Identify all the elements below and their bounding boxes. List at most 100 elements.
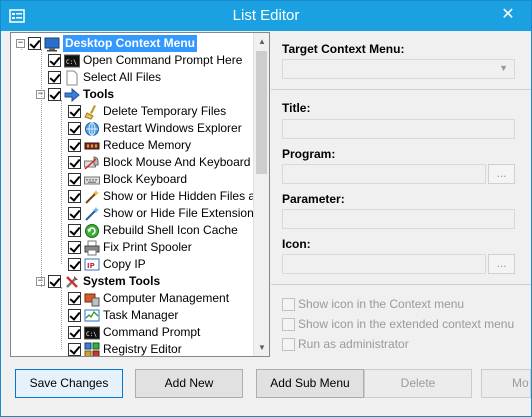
icon-input[interactable]	[282, 254, 486, 274]
tree-item-checkbox[interactable]	[28, 37, 41, 50]
browse-program-button[interactable]: ...	[488, 164, 515, 184]
tree-item-checkbox[interactable]	[68, 224, 81, 237]
cmd-icon: C:\	[84, 326, 100, 339]
tree-item[interactable]: Rebuild Shell Icon Cache	[68, 222, 238, 239]
tree-item-checkbox[interactable]	[68, 173, 81, 186]
tree-item[interactable]: Restart Windows Explorer	[68, 120, 242, 137]
tree-item-checkbox[interactable]	[68, 207, 81, 220]
tree-item-checkbox[interactable]	[68, 139, 81, 152]
tree-item-checkbox[interactable]	[68, 105, 81, 118]
svg-text:C:\: C:\	[66, 59, 77, 66]
tree-item[interactable]: C:\ Open Command Prompt Here	[48, 52, 242, 69]
tree-item-checkbox[interactable]	[68, 343, 81, 356]
tree-item-label: Open Command Prompt Here	[83, 53, 243, 67]
tree-item[interactable]: Show or Hide File Extensions	[68, 205, 255, 222]
checkbox-box[interactable]	[282, 297, 295, 311]
registry-icon	[84, 342, 100, 356]
tree-item-checkbox[interactable]	[68, 122, 81, 135]
tree-item-label: Show or Hide Hidden Files and	[103, 189, 255, 203]
tree-item[interactable]: Fix Print Spooler	[68, 239, 192, 256]
globe-icon	[85, 121, 99, 136]
checkbox-box[interactable]	[282, 337, 295, 351]
tree-item[interactable]: Reduce Memory	[68, 137, 191, 154]
cmd-icon: C:\	[64, 54, 80, 67]
add-new-button[interactable]: Add New	[135, 369, 243, 398]
tree-item[interactable]: Show or Hide Hidden Files and	[68, 188, 255, 205]
more-button[interactable]: Mo	[481, 369, 531, 398]
title-input[interactable]	[282, 119, 515, 139]
option-label: Run as administrator	[298, 337, 409, 351]
tree-item-checkbox[interactable]	[68, 190, 81, 203]
tree-item-label: Command Prompt	[103, 325, 201, 339]
divider	[271, 284, 531, 285]
run-as-admin-checkbox[interactable]: Run as administrator	[282, 337, 409, 351]
parameter-input[interactable]	[282, 209, 515, 229]
browse-icon-button[interactable]: ...	[488, 254, 515, 274]
tree-item-checkbox[interactable]	[48, 71, 61, 84]
tree-item-checkbox[interactable]	[48, 275, 61, 288]
tree-connector-line	[21, 49, 22, 50]
tree-item-label: Tools	[83, 87, 115, 101]
scroll-down-icon[interactable]: ▼	[254, 339, 269, 356]
tree-item-checkbox[interactable]	[68, 241, 81, 254]
tree-item[interactable]: Select All Files	[48, 69, 161, 86]
tree-item[interactable]: Task Manager	[68, 307, 178, 324]
wand-icon	[85, 189, 99, 204]
delete-button[interactable]: Delete	[364, 369, 472, 398]
tree-item-label: Computer Management	[103, 291, 230, 305]
tree-item[interactable]: Registry Editor	[68, 341, 182, 356]
tree-item-label: Copy IP	[103, 257, 146, 271]
tree-item[interactable]: Block Mouse And Keyboard	[68, 154, 250, 171]
tree-item-checkbox[interactable]	[68, 258, 81, 271]
close-button[interactable]: ✕	[485, 1, 531, 31]
tree-vertical-scrollbar[interactable]: ▲ ▼	[253, 33, 269, 356]
tree-item-label: Delete Temporary Files	[103, 104, 227, 118]
tree-item[interactable]: IP Copy IP	[68, 256, 146, 273]
checkbox-box[interactable]	[282, 317, 295, 331]
tree-item-label: Restart Windows Explorer	[103, 121, 242, 135]
tree-item-checkbox[interactable]	[68, 309, 81, 322]
show-icon-extended-checkbox[interactable]: Show icon in the extended context menu	[282, 317, 514, 331]
tree-item[interactable]: Block Keyboard	[68, 171, 187, 188]
memory-icon	[84, 142, 100, 149]
scrollbar-thumb[interactable]	[256, 51, 267, 174]
option-label: Show icon in the extended context menu	[298, 317, 515, 331]
show-icon-context-checkbox[interactable]: Show icon in the Context menu	[282, 297, 464, 311]
target-menu-select[interactable]: ▼	[282, 59, 515, 79]
tree-item-checkbox[interactable]	[68, 292, 81, 305]
option-label: Show icon in the Context menu	[298, 297, 465, 311]
add-sub-menu-button[interactable]: Add Sub Menu	[256, 369, 364, 398]
tree-item-label: Fix Print Spooler	[103, 240, 192, 254]
tree-item-label: System Tools	[83, 274, 161, 288]
program-input[interactable]	[282, 164, 486, 184]
tree-item-label: Show or Hide File Extensions	[103, 206, 255, 220]
tree-item[interactable]: − System Tools	[36, 273, 160, 290]
tree-item-checkbox[interactable]	[68, 156, 81, 169]
tree-item[interactable]: − Tools	[36, 86, 114, 103]
tree-item-label: Block Mouse And Keyboard	[103, 155, 251, 169]
wand-blue-icon	[85, 206, 99, 221]
tree-item-checkbox[interactable]	[68, 326, 81, 339]
tree-item-checkbox[interactable]	[48, 88, 61, 101]
tree-item[interactable]: C:\ Command Prompt	[68, 324, 200, 341]
tree-item[interactable]: Computer Management	[68, 290, 229, 307]
tools-icon	[66, 275, 78, 288]
tree-item[interactable]: Delete Temporary Files	[68, 103, 226, 120]
tree-item[interactable]: − Desktop Context Menu	[16, 35, 198, 52]
tree-connector-line	[61, 287, 62, 349]
target-menu-label: Target Context Menu:	[282, 42, 405, 56]
tree-content: − Desktop Context Menu C:\ Open Command Pro…	[11, 33, 255, 356]
svg-text:C:\: C:\	[86, 331, 97, 338]
collapse-icon[interactable]: −	[16, 39, 25, 48]
list-editor-window: List Editor ✕ − Desktop Context Menu C:\ Op…	[0, 0, 532, 417]
tree-item-label: Select All Files	[83, 70, 162, 84]
tree-connector-line	[41, 49, 42, 287]
tree-item-checkbox[interactable]	[48, 54, 61, 67]
broom-icon	[84, 104, 96, 120]
scroll-up-icon[interactable]: ▲	[254, 33, 269, 50]
context-menu-tree[interactable]: − Desktop Context Menu C:\ Open Command Pro…	[10, 32, 270, 357]
computer-mgmt-icon	[84, 293, 100, 306]
save-changes-button[interactable]: Save Changes	[15, 369, 123, 398]
title-bar[interactable]: List Editor ✕	[1, 1, 531, 31]
title-label: Title:	[282, 101, 311, 115]
